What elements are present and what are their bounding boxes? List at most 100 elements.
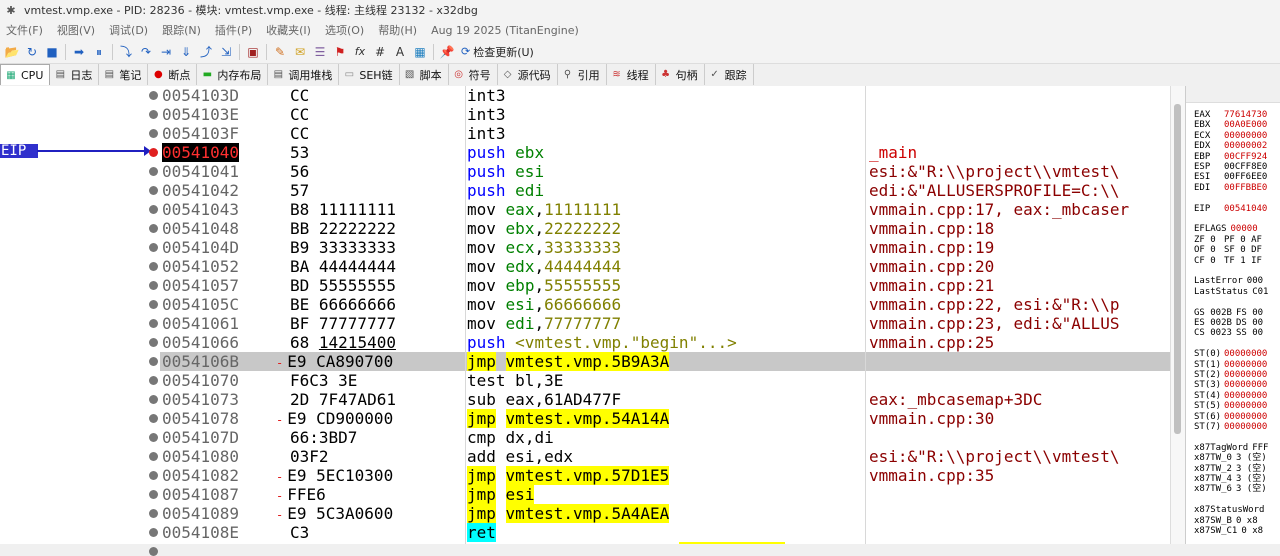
register-line[interactable]: LastError 000 <box>1194 276 1263 286</box>
trace-over-icon[interactable]: ⇓ <box>178 44 194 60</box>
register-line[interactable]: ST(4) 00000000 <box>1194 391 1267 401</box>
menu-item[interactable]: 插件(P) <box>215 22 252 38</box>
breakpoint-dot-icon[interactable] <box>149 528 158 537</box>
tab-cpu[interactable]: ▦ CPU <box>0 64 51 85</box>
breakpoint-dot-icon[interactable] <box>149 490 158 499</box>
breakpoint-dot-icon[interactable] <box>149 414 158 423</box>
disasm-row[interactable]: 0054105C BE 66666666 mov esi,66666666 vmmai… <box>160 295 1170 314</box>
comment-icon[interactable]: ✉ <box>292 44 308 60</box>
menu-item[interactable]: 跟踪(N) <box>162 22 201 38</box>
register-line[interactable]: x87TW_6 3 (空) <box>1194 484 1267 494</box>
breakpoint-dot-icon[interactable] <box>149 509 158 518</box>
disassembly-view[interactable]: 0054103D CC int3 0054103E CC int3 0054103F CC in… <box>160 86 1170 544</box>
trace-into-icon[interactable]: ⇥ <box>158 44 174 60</box>
disasm-row[interactable]: 00541087 - FFE6 jmp esi <box>160 485 1170 504</box>
menu-item[interactable]: 调试(D) <box>109 22 148 38</box>
register-line[interactable]: EBP 00CFF924 <box>1194 152 1267 162</box>
disasm-row[interactable]: 00541082 - E9 5EC10300 jmp vmtest.vmp.57D1E… <box>160 466 1170 485</box>
run-icon[interactable]: ➡ <box>71 44 87 60</box>
disasm-row[interactable]: 0054103F CC int3 <box>160 124 1170 143</box>
breakpoint-dot-icon[interactable] <box>149 300 158 309</box>
step-over-icon[interactable]: ↷ <box>138 44 154 60</box>
tab-memory-map[interactable]: ▬ 内存布局 <box>197 64 269 85</box>
breakpoint-dot-icon[interactable] <box>149 395 158 404</box>
tab-source[interactable]: ◇ 源代码 <box>498 64 558 85</box>
calculator-icon[interactable]: ▦ <box>412 44 428 60</box>
tab-log[interactable]: ▤ 日志 <box>50 64 100 85</box>
breakpoint-dot-icon[interactable] <box>149 471 158 480</box>
disasm-row[interactable]: 00541057 BD 55555555 mov ebp,55555555 vmmai… <box>160 276 1170 295</box>
disasm-row[interactable]: 0054106B - E9 CA890700 jmp vmtest.vmp.5B9A3… <box>160 352 1170 371</box>
breakpoint-dot-icon[interactable] <box>149 129 158 138</box>
register-line[interactable]: ST(2) 00000000 <box>1194 370 1267 380</box>
disasm-row[interactable]: 00541043 B8 11111111 mov eax,11111111 vmmai… <box>160 200 1170 219</box>
disasm-row[interactable]: 00541070 F6C3 3E test bl,3E <box>160 371 1170 390</box>
disassembly-scrollbar[interactable] <box>1170 86 1185 544</box>
register-line[interactable]: x87TW_2 3 (空) <box>1194 464 1267 474</box>
bookmark-icon[interactable]: ⚑ <box>332 44 348 60</box>
register-line[interactable]: LastStatus C01 <box>1194 287 1268 297</box>
breakpoint-dot-icon[interactable] <box>149 224 158 233</box>
tab-seh[interactable]: ▭ SEH链 <box>339 64 400 85</box>
menu-item[interactable]: 视图(V) <box>57 22 95 38</box>
breakpoint-dot-icon[interactable] <box>149 338 158 347</box>
menu-item[interactable]: 帮助(H) <box>378 22 417 38</box>
patch-icon[interactable]: ✎ <box>272 44 288 60</box>
register-line[interactable]: EBX 00A0E000 <box>1194 120 1267 130</box>
register-line[interactable]: ESP 00CFF8E0 <box>1194 162 1267 172</box>
scylla-icon[interactable]: ▣ <box>245 44 261 60</box>
scrollbar-thumb[interactable] <box>1174 104 1181 434</box>
disasm-row[interactable]: 00541048 BB 22222222 mov ebx,22222222 vmmai… <box>160 219 1170 238</box>
disasm-row[interactable]: 00541066 68 14215400 push <vmtest.vmp."beg… <box>160 333 1170 352</box>
function-icon[interactable]: fx <box>352 44 368 60</box>
registers-panel[interactable]: EAX 77614730 EBX 00A0E000 ECX 00000000 EDX 0000… <box>1185 86 1280 544</box>
register-line[interactable]: GS 002B FS 00 <box>1194 308 1263 318</box>
breakpoint-dot-icon[interactable] <box>149 91 158 100</box>
register-line[interactable]: ST(0) 00000000 <box>1194 349 1267 359</box>
disasm-row[interactable]: 0054108E C3 ret <box>160 523 1170 542</box>
breakpoint-dot-icon[interactable] <box>149 110 158 119</box>
register-line[interactable]: x87TW_4 3 (空) <box>1194 474 1267 484</box>
disasm-row[interactable]: 0054104D B9 33333333 mov ecx,33333333 vmmai… <box>160 238 1170 257</box>
register-line[interactable]: EIP 00541040 <box>1194 204 1267 214</box>
breakpoint-dot-icon[interactable] <box>149 357 158 366</box>
register-line[interactable]: ST(1) 00000000 <box>1194 360 1267 370</box>
tab-call-stack[interactable]: ▤ 调用堆栈 <box>268 64 340 85</box>
register-line[interactable]: ZF 0 PF 0 AF <box>1194 235 1262 245</box>
register-line[interactable]: ES 002B DS 00 <box>1194 318 1263 328</box>
hash-icon[interactable]: # <box>372 44 388 60</box>
disasm-row[interactable]: 00541041 56 push esi esi:&"R:\\project\\vmt… <box>160 162 1170 181</box>
breakpoint-dot-icon[interactable] <box>149 281 158 290</box>
disasm-row[interactable]: 00541073 2D 7F47AD61 sub eax,61AD477F eax:_… <box>160 390 1170 409</box>
register-line[interactable]: x87TW_0 3 (空) <box>1194 453 1267 463</box>
disasm-row[interactable]: 00541080 03F2 add esi,edx esi:&"R:\\project… <box>160 447 1170 466</box>
breakpoint-dot-icon[interactable] <box>149 243 158 252</box>
disasm-row[interactable]: 0054103E CC int3 <box>160 105 1170 124</box>
breakpoint-dot-icon[interactable] <box>149 186 158 195</box>
execute-till-return-icon[interactable]: ⤴ <box>198 44 214 60</box>
register-line[interactable]: OF 0 SF 0 DF <box>1194 245 1262 255</box>
menu-item[interactable]: 选项(O) <box>325 22 364 38</box>
disasm-row[interactable]: 0054107D 66:3BD7 cmp dx,di <box>160 428 1170 447</box>
tab-breakpoint[interactable]: ● 断点 <box>148 64 198 85</box>
disasm-row[interactable]: 00541061 BF 77777777 mov edi,77777777 vmmai… <box>160 314 1170 333</box>
tab-trace[interactable]: ✓ 跟踪 <box>705 64 754 85</box>
register-line[interactable]: CF 0 TF 1 IF <box>1194 256 1262 266</box>
disasm-row[interactable]: 00541089 - E9 5C3A0600 jmp vmtest.vmp.5A4AE… <box>160 504 1170 523</box>
register-line[interactable]: ESI 00FF6EE0 <box>1194 172 1267 182</box>
register-line[interactable]: x87SW_B 0 x8 <box>1194 516 1258 526</box>
menu-item[interactable]: 文件(F) <box>6 22 43 38</box>
breakpoint-dot-icon[interactable] <box>149 167 158 176</box>
label-icon[interactable]: ☰ <box>312 44 328 60</box>
disasm-row[interactable]: 0054103D CC int3 <box>160 86 1170 105</box>
open-icon[interactable]: 📂 <box>4 44 20 60</box>
breakpoint-dot-icon[interactable] <box>149 205 158 214</box>
breakpoint-dot-icon[interactable] <box>149 547 158 556</box>
register-line[interactable]: EDX 00000002 <box>1194 141 1267 151</box>
pause-icon[interactable]: ⏸ <box>91 44 107 60</box>
disasm-row[interactable]: 00541042 57 push edi edi:&"ALLUSERSPROFILE=… <box>160 181 1170 200</box>
menu-item[interactable]: 收藏夹(I) <box>266 22 311 38</box>
tab-handles[interactable]: ♣ 句柄 <box>656 64 705 85</box>
breakpoint-dot-icon[interactable] <box>149 452 158 461</box>
disasm-row[interactable]: 00541040 53 push ebx _main <box>160 143 1170 162</box>
